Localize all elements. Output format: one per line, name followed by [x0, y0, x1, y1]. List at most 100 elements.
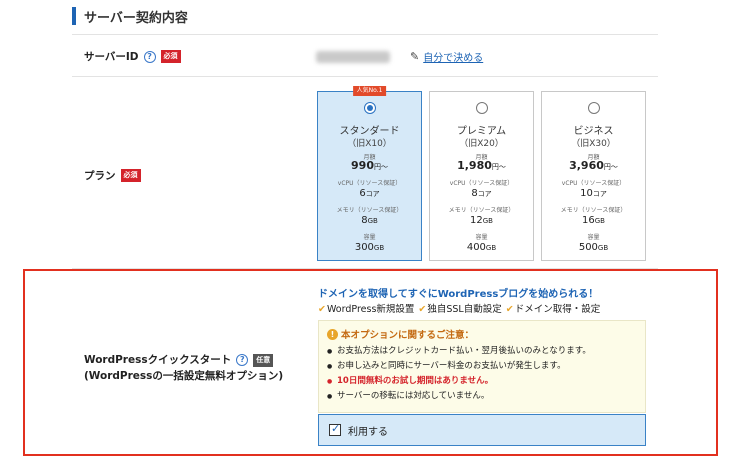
- plan-old-name: （旧X30）: [571, 139, 616, 149]
- plan-price: 990円〜: [318, 159, 421, 172]
- disk-number: 300: [354, 242, 374, 253]
- price-unit: 円〜: [491, 163, 506, 171]
- optional-badge: 任意: [253, 353, 274, 367]
- plan-name: スタンダード: [339, 126, 400, 137]
- vcpu-unit: コア: [365, 190, 380, 198]
- plan-name: ビジネス: [573, 126, 614, 137]
- notice-item: お支払方法はクレジットカード払い・翌月後払いのみとなります。: [327, 344, 637, 359]
- feature-item: ✔独自SSL自動設定: [418, 301, 501, 315]
- disk-number: 500: [578, 242, 598, 253]
- vcpu-value: 8コア: [430, 188, 533, 199]
- plan-old-name: （旧X10）: [347, 139, 392, 149]
- check-icon: ✔: [418, 304, 427, 315]
- pencil-icon: ✎: [410, 50, 420, 63]
- disk-value: 300GB: [318, 242, 421, 253]
- vcpu-number: 10: [580, 188, 593, 199]
- disk-unit: GB: [485, 244, 497, 252]
- server-id-label-text: サーバーID: [84, 51, 139, 63]
- price-value: 1,980: [457, 159, 492, 172]
- feature-text: WordPress新規設置: [326, 304, 415, 315]
- self-define-link[interactable]: ✎ 自分で決める: [410, 49, 483, 64]
- vcpu-label: vCPU（リソース保証）: [337, 180, 402, 187]
- price-value: 3,960: [569, 159, 604, 172]
- self-define-link-text: 自分で決める: [423, 53, 484, 64]
- disk-unit: GB: [597, 244, 609, 252]
- memory-value: 8GB: [318, 215, 421, 226]
- wordpress-label-line1: WordPressクイックスタート ? 任意: [84, 352, 283, 368]
- option-notice-box: ! 本オプションに関するご注意： お支払方法はクレジットカード払い・翌月後払いの…: [318, 320, 646, 413]
- section-title: サーバー契約内容: [72, 6, 188, 26]
- wordpress-quickstart-label: WordPressクイックスタート ? 任意 (WordPressの一括設定無料…: [84, 352, 283, 384]
- notice-item: サーバーの移転には対応していません。: [327, 389, 637, 404]
- wordpress-label-text: WordPressクイックスタート: [84, 354, 232, 366]
- section-title-text: サーバー契約内容: [84, 10, 188, 26]
- notice-item: お申し込みと同時にサーバー料金のお支払いが発生します。: [327, 359, 637, 374]
- checkmark-icon: ✓: [331, 422, 341, 435]
- notice-list: お支払方法はクレジットカード払い・翌月後払いのみとなります。 お申し込みと同時に…: [327, 344, 637, 404]
- plan-radio-premium[interactable]: [476, 102, 488, 114]
- title-accent-bar: [72, 7, 76, 25]
- use-option-checkbox[interactable]: ✓: [329, 422, 341, 436]
- server-id-value-blurred: [316, 51, 390, 63]
- divider: [72, 76, 658, 77]
- plan-name: プレミアム: [456, 126, 507, 137]
- notice-title-text: 本オプションに関するご注意：: [341, 330, 475, 341]
- feature-item: ✔ドメイン取得・設定: [506, 301, 600, 315]
- price-value: 990: [351, 159, 374, 172]
- memory-value: 16GB: [542, 215, 645, 226]
- vcpu-label: vCPU（リソース保証）: [561, 180, 626, 187]
- plan-radio-standard[interactable]: [364, 102, 376, 114]
- plan-price: 3,960円〜: [542, 159, 645, 172]
- warning-icon: !: [327, 328, 338, 340]
- server-id-label: サーバーID ? 必須: [84, 49, 181, 64]
- feature-text: ドメイン取得・設定: [514, 304, 601, 315]
- popular-ribbon: 人気No.1: [352, 86, 387, 96]
- plan-old-name: （旧X20）: [459, 139, 504, 149]
- disk-label: 容量: [475, 234, 488, 241]
- wordpress-label-subtext: (WordPressの一括設定無料オプション): [84, 370, 284, 382]
- memory-label: メモリ（リソース保証）: [448, 207, 515, 214]
- divider: [72, 34, 658, 35]
- wordpress-headline: ドメインを取得してすぐにWordPressブログを始められる！: [318, 289, 599, 300]
- plan-card-business[interactable]: ビジネス （旧X30） 月額 3,960円〜 vCPU（リソース保証） 10コア…: [541, 91, 646, 261]
- vcpu-value: 6コア: [318, 188, 421, 199]
- required-badge: 必須: [120, 169, 141, 182]
- check-icon: ✔: [318, 304, 326, 315]
- help-icon[interactable]: ?: [236, 354, 249, 366]
- plan-label: プラン 必須: [84, 168, 141, 183]
- required-badge: 必須: [160, 50, 181, 63]
- help-icon[interactable]: ?: [143, 50, 156, 63]
- memory-label: メモリ（リソース保証）: [560, 207, 627, 214]
- disk-value: 500GB: [542, 242, 645, 253]
- notice-title: ! 本オプションに関するご注意：: [327, 327, 637, 341]
- memory-unit: GB: [594, 217, 605, 225]
- memory-unit: GB: [482, 217, 493, 225]
- memory-number: 12: [470, 215, 483, 226]
- memory-number: 16: [582, 215, 595, 226]
- disk-label: 容量: [587, 234, 600, 241]
- memory-value: 12GB: [430, 215, 533, 226]
- disk-number: 400: [466, 242, 486, 253]
- use-option-label: 利用する: [348, 426, 388, 438]
- vcpu-value: 10コア: [542, 188, 645, 199]
- vcpu-label: vCPU（リソース保証）: [449, 180, 514, 187]
- memory-label: メモリ（リソース保証）: [336, 207, 403, 214]
- feature-item: ✔WordPress新規設置: [318, 301, 414, 315]
- disk-label: 容量: [363, 234, 376, 241]
- plan-label-text: プラン: [84, 170, 116, 182]
- use-option-checkbox-row[interactable]: ✓ 利用する: [318, 414, 646, 446]
- feature-text: 独自SSL自動設定: [427, 304, 502, 315]
- plan-price: 1,980円〜: [430, 159, 533, 172]
- vcpu-unit: コア: [477, 190, 492, 198]
- check-icon: ✔: [505, 304, 514, 315]
- feature-list: ✔WordPress新規設置 ✔独自SSL自動設定 ✔ドメイン取得・設定: [318, 301, 600, 315]
- disk-value: 400GB: [430, 242, 533, 253]
- plan-card-premium[interactable]: プレミアム （旧X20） 月額 1,980円〜 vCPU（リソース保証） 8コア…: [429, 91, 534, 261]
- vcpu-unit: コア: [592, 190, 607, 198]
- price-unit: 円〜: [373, 163, 388, 171]
- disk-unit: GB: [373, 244, 385, 252]
- plan-radio-business[interactable]: [588, 102, 600, 114]
- memory-unit: GB: [367, 217, 378, 225]
- notice-item-warning: 10日間無料のお試し期間はありません。: [327, 374, 637, 389]
- plan-card-standard[interactable]: 人気No.1 スタンダード （旧X10） 月額 990円〜 vCPU（リソース保…: [317, 86, 422, 261]
